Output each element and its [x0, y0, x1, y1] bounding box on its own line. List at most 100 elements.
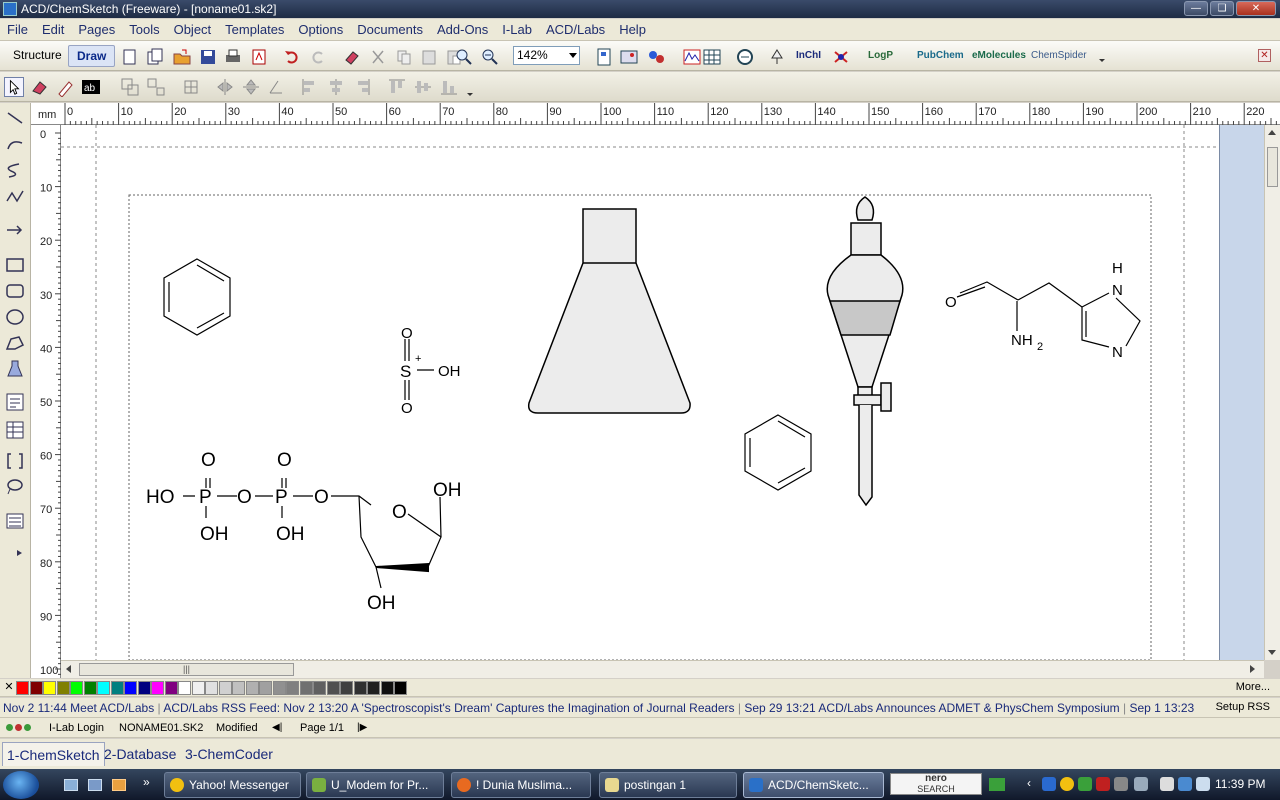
align-right-icon[interactable]	[352, 77, 372, 97]
new-page-icon[interactable]	[121, 48, 139, 66]
molecule-icon[interactable]	[832, 48, 850, 66]
flip-horizontal-icon[interactable]	[215, 77, 235, 97]
color-swatch[interactable]	[353, 681, 367, 695]
color-swatch[interactable]	[232, 681, 245, 695]
arrow-tool-icon[interactable]	[5, 220, 25, 240]
menu-templates[interactable]: Templates	[218, 22, 291, 37]
3d-viewer-icon[interactable]	[647, 48, 665, 66]
color-swatch[interactable]	[164, 681, 178, 695]
color-swatch[interactable]	[326, 681, 340, 695]
ellipse-tool-icon[interactable]	[5, 307, 25, 327]
color-swatch[interactable]	[97, 681, 110, 695]
text-tool-icon[interactable]: ab	[81, 77, 101, 97]
print-icon[interactable]	[224, 48, 242, 66]
color-swatch[interactable]	[313, 681, 326, 695]
color-swatch[interactable]	[70, 681, 83, 695]
news-item[interactable]: Nov 2 11:44 Meet ACD/Labs	[3, 701, 154, 715]
tab-chemsketch[interactable]: 1-ChemSketch	[2, 742, 105, 766]
open-icon[interactable]	[173, 48, 191, 66]
prev-page-icon[interactable]: ◀|	[272, 722, 282, 733]
bracket-tool-icon[interactable]	[5, 451, 25, 471]
switch-windows-icon[interactable]	[88, 779, 102, 791]
inchi-button[interactable]: InChI	[796, 50, 821, 68]
color-swatch[interactable]	[205, 681, 218, 695]
align-top-icon[interactable]	[387, 77, 407, 97]
menu-file[interactable]: File	[0, 22, 35, 37]
arc-tool-icon[interactable]	[5, 135, 25, 155]
save-icon[interactable]	[199, 48, 217, 66]
copy-icon[interactable]	[395, 48, 413, 66]
menu-acdlabs[interactable]: ACD/Labs	[539, 22, 612, 37]
antivirus-icon[interactable]	[1078, 777, 1092, 791]
separatory-funnel[interactable]	[826, 196, 904, 507]
close-window-button[interactable]: ✕	[1236, 1, 1276, 16]
sugar-phosphate-molecule[interactable]: HO P O P O O O OH OH O OH OH	[146, 450, 462, 614]
acrobat-icon[interactable]	[1096, 777, 1110, 791]
text-box-tool-icon[interactable]	[5, 392, 25, 412]
export-pdf-icon[interactable]	[250, 48, 268, 66]
zoom-out-icon[interactable]	[481, 48, 499, 66]
tab-chemcoder[interactable]: 3-ChemCoder	[181, 742, 277, 766]
taskbar-item[interactable]: Yahoo! Messenger	[164, 772, 301, 798]
color-swatch[interactable]	[272, 681, 286, 695]
news-item[interactable]: Sep 1 13:23	[1129, 701, 1194, 715]
rotate-icon[interactable]	[266, 77, 286, 97]
group-icon[interactable]	[120, 77, 140, 97]
flip-vertical-icon[interactable]	[241, 77, 261, 97]
color-swatch[interactable]	[110, 681, 124, 695]
vertical-scrollbar[interactable]	[1264, 125, 1280, 660]
rounded-rect-tool-icon[interactable]	[5, 281, 25, 301]
color-swatch[interactable]	[178, 681, 191, 695]
network-icon[interactable]	[1042, 777, 1056, 791]
undo-icon[interactable]	[283, 48, 301, 66]
scroll-left-icon[interactable]	[66, 665, 71, 673]
volume-icon[interactable]	[1196, 777, 1210, 791]
restore-button[interactable]: ❑	[1210, 1, 1234, 16]
color-swatch[interactable]	[56, 681, 70, 695]
color-swatch[interactable]	[29, 681, 43, 695]
color-swatch[interactable]	[259, 681, 272, 695]
go-search-icon[interactable]	[989, 778, 1005, 791]
calculate-icon[interactable]	[736, 48, 754, 66]
histidinal-molecule[interactable]: O NH 2 H N N	[945, 260, 1141, 361]
zoom-select[interactable]: 142%	[513, 46, 580, 65]
color-swatch[interactable]	[124, 681, 137, 695]
clock[interactable]: 11:39 PM	[1215, 777, 1265, 791]
yahoo-tray-icon[interactable]	[1060, 777, 1074, 791]
ilab-login-link[interactable]: I-Lab Login	[49, 722, 104, 734]
eraser-icon[interactable]	[343, 48, 361, 66]
menu-edit[interactable]: Edit	[35, 22, 71, 37]
tray-app-icon[interactable]	[1134, 777, 1148, 791]
color-swatch[interactable]	[380, 681, 394, 695]
polyline-tool-icon[interactable]	[5, 187, 25, 207]
line-tool-icon[interactable]	[5, 108, 25, 128]
benzene-ring-1[interactable]	[163, 258, 231, 336]
clean-structure-icon[interactable]	[768, 48, 786, 66]
insert-picture-icon[interactable]	[620, 48, 638, 66]
toolbar-overflow-icon[interactable]	[1097, 53, 1107, 63]
logp-button[interactable]: LogP	[868, 50, 893, 68]
align-bottom-icon[interactable]	[439, 77, 459, 97]
tab-database[interactable]: 2-Database	[100, 742, 180, 766]
erlenmeyer-flask[interactable]	[527, 208, 691, 414]
structure-mode-button[interactable]: Structure	[5, 45, 70, 67]
tool-panel-menu-icon[interactable]	[5, 511, 25, 531]
align-center-icon[interactable]	[326, 77, 346, 97]
scroll-right-icon[interactable]	[1250, 665, 1255, 673]
draw-mode-button[interactable]: Draw	[68, 45, 116, 67]
menu-options[interactable]: Options	[291, 22, 350, 37]
drawing-canvas[interactable]: O S + OH O O NH 2 H N N HO P O P O O O O…	[61, 125, 1219, 660]
menu-pages[interactable]: Pages	[71, 22, 122, 37]
color-swatch[interactable]	[43, 681, 56, 695]
page-view-icon[interactable]	[595, 48, 613, 66]
polygon-tool-icon[interactable]	[5, 333, 25, 353]
color-swatch[interactable]	[299, 681, 313, 695]
taskbar-item[interactable]: postingan 1	[599, 772, 737, 798]
zoom-in-icon[interactable]	[455, 48, 473, 66]
color-swatch[interactable]	[137, 681, 151, 695]
paste-icon[interactable]	[420, 48, 438, 66]
menu-help[interactable]: Help	[612, 22, 653, 37]
color-swatch[interactable]	[218, 681, 232, 695]
menu-addons[interactable]: Add-Ons	[430, 22, 495, 37]
more-colors-button[interactable]: More...	[1236, 681, 1270, 693]
